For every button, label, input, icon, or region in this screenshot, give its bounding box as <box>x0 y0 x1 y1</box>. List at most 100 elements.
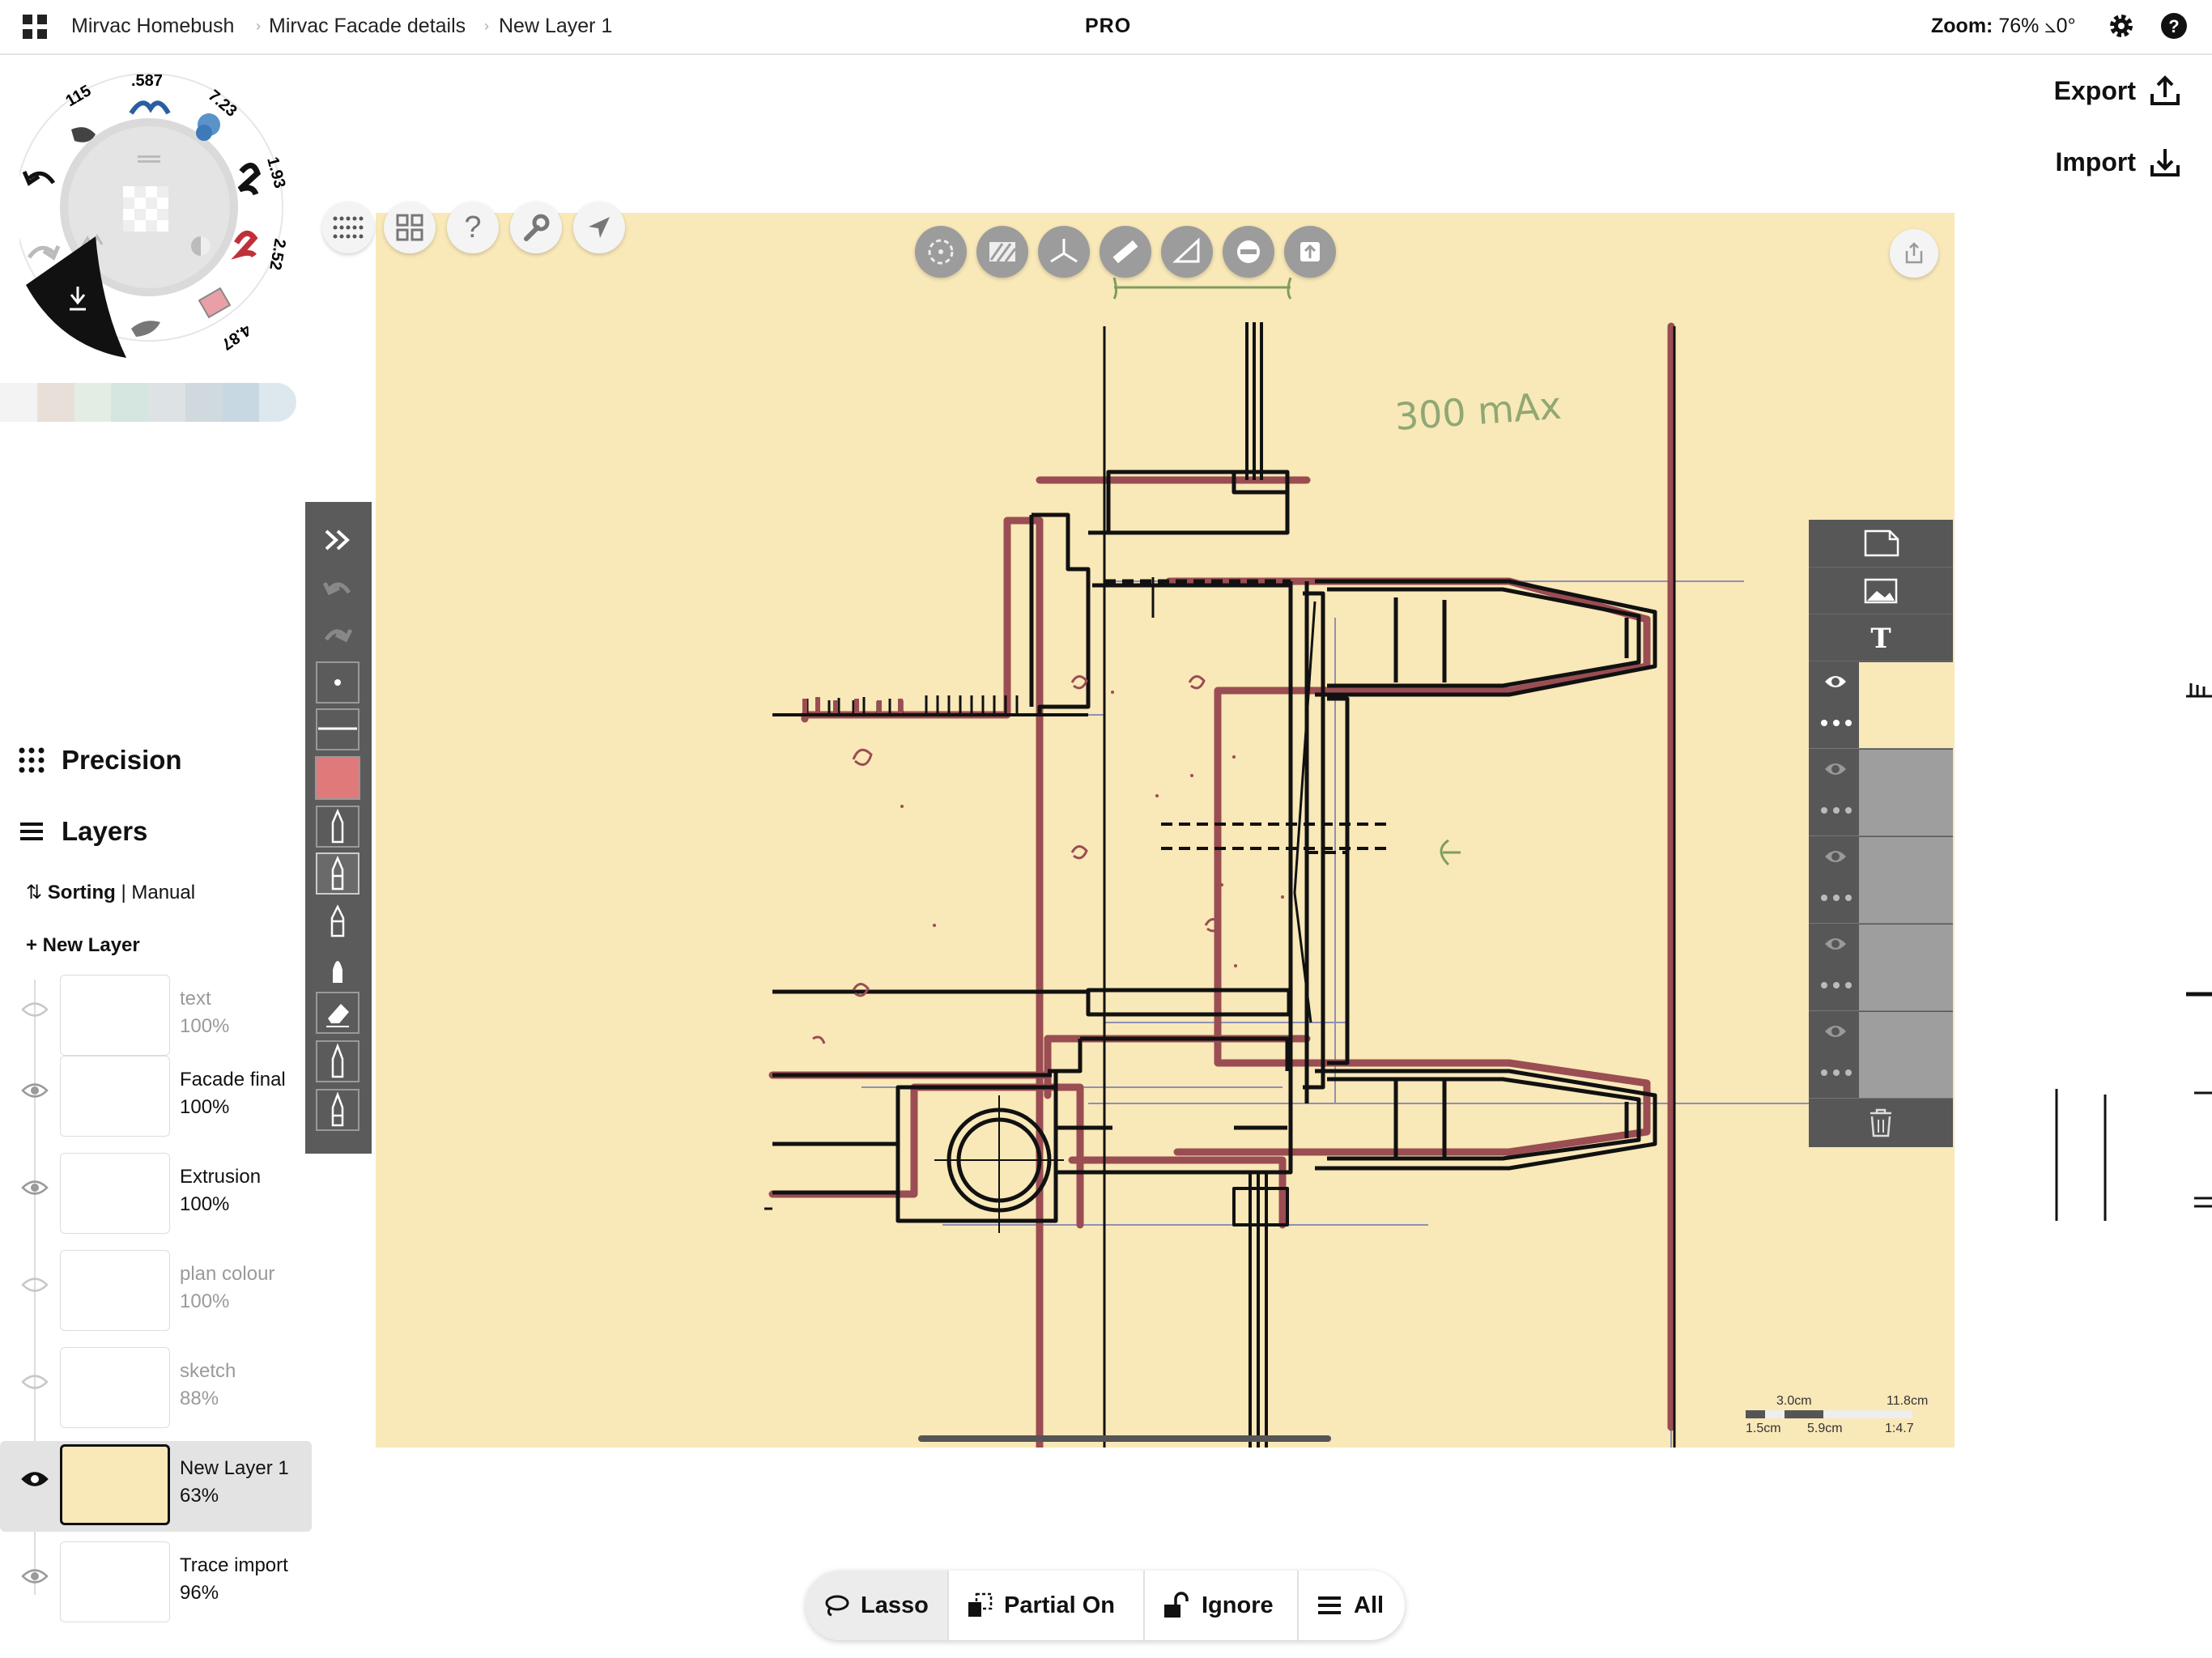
grid-toggle-button[interactable] <box>322 202 374 253</box>
fountain-pen-tool-icon[interactable] <box>315 946 360 989</box>
layers-button[interactable]: Layers <box>18 816 147 847</box>
eye-icon[interactable] <box>1823 674 1848 690</box>
pen-tool-icon[interactable] <box>315 805 360 848</box>
palette-swatch[interactable] <box>0 383 37 422</box>
share-button[interactable] <box>1890 229 1938 278</box>
breadcrumb-drawing[interactable]: Mirvac Facade details <box>269 15 466 38</box>
palette-swatch[interactable] <box>185 383 223 422</box>
brush-wheel[interactable]: 115 .587 7.23 1.93 2.52 4.87 <box>19 65 296 366</box>
layer-row[interactable]: New Layer 1 63% <box>0 1441 312 1532</box>
eye-icon[interactable] <box>21 1276 49 1294</box>
ignore-locked-button[interactable]: Ignore <box>1143 1571 1297 1640</box>
quick-layer-item[interactable] <box>1809 750 1953 836</box>
eraser-tool-icon[interactable] <box>315 991 360 1035</box>
breadcrumb-layer[interactable]: New Layer 1 <box>499 15 612 38</box>
palette-swatch[interactable] <box>259 383 296 422</box>
import-button[interactable]: Import <box>2055 146 2181 178</box>
layer-row[interactable]: Facade final 100% <box>0 1052 312 1143</box>
shape-tool-button[interactable] <box>1284 226 1336 278</box>
eye-icon[interactable] <box>1823 848 1848 865</box>
sorting-mode: | Manual <box>121 882 196 903</box>
palette-swatch[interactable] <box>36 383 74 422</box>
ignore-label: Ignore <box>1202 1592 1274 1618</box>
active-color-swatch[interactable] <box>315 756 360 800</box>
partial-selection-button[interactable]: Partial On <box>947 1571 1143 1640</box>
marker-tool-icon[interactable] <box>315 899 360 942</box>
share-icon <box>1905 242 1923 264</box>
quick-layer-item[interactable] <box>1809 837 1953 924</box>
layer-name: plan colour <box>180 1263 275 1285</box>
color-palette[interactable] <box>0 383 296 422</box>
eye-icon[interactable] <box>1823 761 1848 777</box>
breadcrumb-project[interactable]: Mirvac Homebush <box>71 15 234 38</box>
palette-swatch[interactable] <box>74 383 112 422</box>
more-icon[interactable] <box>1820 981 1853 989</box>
palette-swatch[interactable] <box>148 383 185 422</box>
eye-icon[interactable] <box>21 1470 49 1488</box>
new-layer-button[interactable]: + New Layer <box>26 934 140 957</box>
more-icon[interactable] <box>1820 1069 1853 1077</box>
help-button[interactable]: ? <box>447 202 499 253</box>
layer-row[interactable]: Extrusion 100% <box>0 1150 312 1240</box>
set-square-button[interactable] <box>1161 226 1213 278</box>
eye-icon[interactable] <box>21 1179 49 1197</box>
brush-size-dot-icon[interactable] <box>315 661 360 704</box>
breadcrumb-separator: › <box>484 18 489 34</box>
quick-layer-item[interactable] <box>1809 1012 1953 1099</box>
more-icon[interactable] <box>1820 806 1853 814</box>
collapse-chevrons-icon[interactable] <box>315 518 360 562</box>
more-icon[interactable] <box>1820 894 1853 902</box>
layer-thumbnail <box>1859 750 1953 835</box>
ink-tool-icon[interactable] <box>315 1088 360 1132</box>
dot-grid-icon <box>333 216 364 239</box>
eye-icon[interactable] <box>21 1001 49 1018</box>
export-button[interactable]: Export <box>2054 74 2181 107</box>
partial-select-icon <box>968 1592 993 1617</box>
snap-tool-button[interactable] <box>1223 226 1274 278</box>
layer-row[interactable]: plan colour 100% <box>0 1247 312 1337</box>
image-icon <box>1864 578 1898 604</box>
layer-row[interactable]: sketch 88% <box>0 1344 312 1435</box>
help-icon[interactable]: ? <box>2159 11 2189 40</box>
quick-layer-item[interactable] <box>1809 925 1953 1011</box>
more-icon[interactable] <box>1820 719 1853 727</box>
perspective-tool-button[interactable] <box>1038 226 1090 278</box>
layer-row[interactable]: Trace import 96% <box>0 1538 312 1629</box>
drawing-canvas[interactable]: 300 mAx ? 3.0cm 11.8cm 1.5cm 5.9cm 1:4.7 <box>322 202 1955 1448</box>
add-image-layer-button[interactable] <box>1809 567 1953 614</box>
eye-icon[interactable] <box>1823 1023 1848 1039</box>
quick-layer-item[interactable] <box>1809 662 1953 749</box>
eye-icon[interactable] <box>21 1373 49 1391</box>
brush-tool-icon[interactable] <box>315 1039 360 1083</box>
transform-tool-button[interactable] <box>915 226 967 278</box>
sorting-control[interactable]: ⇅ Sorting | Manual <box>26 881 195 904</box>
layer-row[interactable]: text 100% <box>0 971 312 1062</box>
eye-icon[interactable] <box>21 1082 49 1099</box>
redo-icon[interactable] <box>315 612 360 656</box>
layer-name: Extrusion <box>180 1166 262 1188</box>
delete-layer-button[interactable] <box>1809 1099 1953 1147</box>
navigate-button[interactable] <box>573 202 625 253</box>
palette-swatch[interactable] <box>222 383 260 422</box>
gallery-button[interactable] <box>384 202 436 253</box>
ruler-tool-button[interactable] <box>1100 226 1151 278</box>
eye-icon[interactable] <box>21 1567 49 1585</box>
gear-icon[interactable] <box>2107 11 2136 40</box>
undo-icon[interactable] <box>315 565 360 609</box>
settings-button[interactable] <box>510 202 562 253</box>
add-blank-layer-button[interactable] <box>1809 520 1953 568</box>
lasso-button[interactable]: Lasso <box>806 1571 947 1640</box>
brush-opacity-icon[interactable] <box>315 708 360 751</box>
layer-opacity: 96% <box>180 1582 219 1604</box>
eye-icon[interactable] <box>1823 936 1848 952</box>
all-layers-button[interactable]: All <box>1297 1571 1405 1640</box>
fill-tool-button[interactable] <box>976 226 1028 278</box>
pro-label[interactable]: PRO <box>1085 15 1131 38</box>
apps-grid-icon[interactable] <box>21 13 50 42</box>
add-text-layer-button[interactable]: T <box>1809 614 1953 661</box>
zoom-indicator[interactable]: Zoom: 76% ⦣0° <box>1931 15 2076 38</box>
palette-swatch[interactable] <box>111 383 148 422</box>
precision-button[interactable]: Precision <box>18 745 182 776</box>
pencil-tool-icon[interactable] <box>315 852 360 895</box>
scale-label: 11.8cm <box>1887 1394 1929 1408</box>
